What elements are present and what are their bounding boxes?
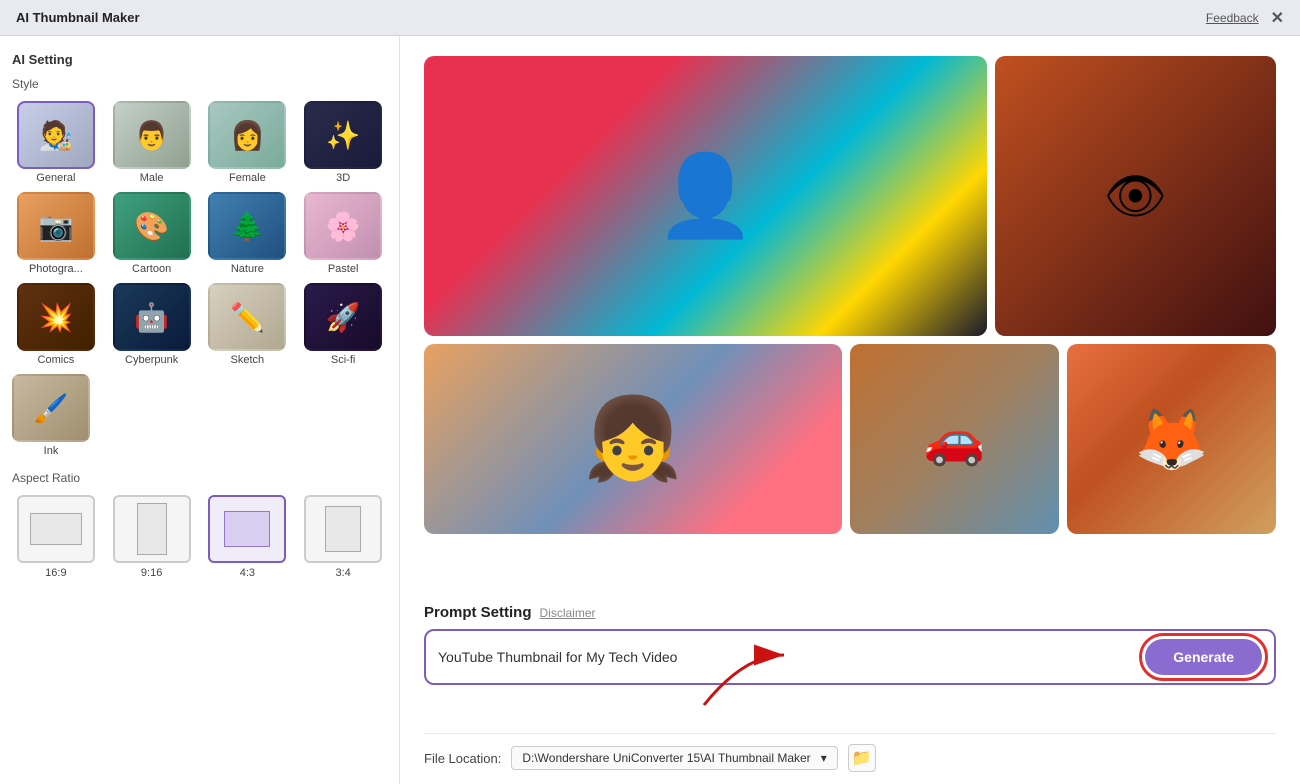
style-name-male: Male xyxy=(140,172,164,184)
style-thumb-photo: 📷 xyxy=(17,192,95,260)
style-item-female[interactable]: 👩 Female xyxy=(204,101,292,184)
aspect-item-16-9[interactable]: 16:9 xyxy=(12,495,100,579)
style-item-male[interactable]: 👨 Male xyxy=(108,101,196,184)
prompt-input[interactable] xyxy=(438,639,1135,675)
titlebar: AI Thumbnail Maker Feedback ✕ xyxy=(0,0,1300,36)
style-item-pastel[interactable]: 🌸 Pastel xyxy=(299,192,387,275)
aspect-thumb-16-9 xyxy=(17,495,95,563)
aspect-name-3-4: 3:4 xyxy=(335,567,350,579)
style-thumb-pastel: 🌸 xyxy=(304,192,382,260)
sidebar: AI Setting Style 🧑‍🎨 General 👨 Male 👩 xyxy=(0,36,400,784)
style-name-pastel: Pastel xyxy=(328,263,359,275)
prompt-header: Prompt Setting Disclaimer xyxy=(424,604,1276,621)
generate-button[interactable]: Generate xyxy=(1145,639,1262,675)
file-path-dropdown[interactable]: D:\Wondershare UniConverter 15\AI Thumbn… xyxy=(511,746,837,770)
close-button[interactable]: ✕ xyxy=(1271,8,1284,28)
style-name-cartoon: Cartoon xyxy=(132,263,171,275)
prompt-input-container: Generate xyxy=(424,629,1276,685)
style-thumb-comics: 💥 xyxy=(17,283,95,351)
preview-row-top xyxy=(424,56,1276,336)
aspect-name-4-3: 4:3 xyxy=(240,567,255,579)
ai-setting-label: AI Setting xyxy=(12,52,387,67)
style-thumb-female: 👩 xyxy=(208,101,286,169)
prompt-section: Prompt Setting Disclaimer Generate xyxy=(424,592,1276,685)
style-thumb-nature: 🌲 xyxy=(208,192,286,260)
aspect-thumb-3-4 xyxy=(304,495,382,563)
style-name-female: Female xyxy=(229,172,266,184)
aspect-name-16-9: 16:9 xyxy=(45,567,66,579)
style-thumb-sketch: ✏️ xyxy=(208,283,286,351)
preview-image-1[interactable] xyxy=(424,56,987,336)
style-name-scifi: Sci-fi xyxy=(331,354,355,366)
style-name-sketch: Sketch xyxy=(231,354,265,366)
style-thumb-male: 👨 xyxy=(113,101,191,169)
style-item-3d[interactable]: ✨ 3D xyxy=(299,101,387,184)
style-item-general[interactable]: 🧑‍🎨 General xyxy=(12,101,100,184)
file-path-text: D:\Wondershare UniConverter 15\AI Thumbn… xyxy=(522,751,810,765)
style-name-photo: Photogra... xyxy=(29,263,83,275)
app-title: AI Thumbnail Maker xyxy=(16,10,140,25)
style-grid: 🧑‍🎨 General 👨 Male 👩 Female ✨ xyxy=(12,101,387,366)
aspect-ratio-label: Aspect Ratio xyxy=(12,471,387,485)
style-item-nature[interactable]: 🌲 Nature xyxy=(204,192,292,275)
preview-image-2[interactable] xyxy=(995,56,1276,336)
preview-row-bottom xyxy=(424,344,1276,534)
style-item-ink[interactable]: 🖌️ Ink xyxy=(12,374,90,457)
style-item-photo[interactable]: 📷 Photogra... xyxy=(12,192,100,275)
preview-grid xyxy=(424,56,1276,592)
style-name-general: General xyxy=(36,172,75,184)
style-thumb-3d: ✨ xyxy=(304,101,382,169)
style-item-cartoon[interactable]: 🎨 Cartoon xyxy=(108,192,196,275)
style-thumb-scifi: 🚀 xyxy=(304,283,382,351)
aspect-thumb-9-16 xyxy=(113,495,191,563)
aspect-item-9-16[interactable]: 9:16 xyxy=(108,495,196,579)
folder-open-button[interactable]: 📁 xyxy=(848,744,876,772)
folder-icon: 📁 xyxy=(852,748,872,768)
preview-image-4[interactable] xyxy=(850,344,1059,534)
aspect-item-3-4[interactable]: 3:4 xyxy=(299,495,387,579)
style-thumb-cyberpunk: 🤖 xyxy=(113,283,191,351)
preview-image-5[interactable] xyxy=(1067,344,1276,534)
titlebar-controls: Feedback ✕ xyxy=(1206,8,1284,28)
main-content: AI Setting Style 🧑‍🎨 General 👨 Male 👩 xyxy=(0,36,1300,784)
style-label: Style xyxy=(12,77,387,91)
style-thumb-general: 🧑‍🎨 xyxy=(17,101,95,169)
prompt-section-title: Prompt Setting xyxy=(424,604,532,621)
style-name-nature: Nature xyxy=(231,263,264,275)
feedback-link[interactable]: Feedback xyxy=(1206,11,1259,25)
prompt-input-row: Generate xyxy=(424,629,1276,685)
aspect-thumb-4-3 xyxy=(208,495,286,563)
style-name-comics: Comics xyxy=(38,354,75,366)
style-item-cyberpunk[interactable]: 🤖 Cyberpunk xyxy=(108,283,196,366)
style-item-comics[interactable]: 💥 Comics xyxy=(12,283,100,366)
style-thumb-cartoon: 🎨 xyxy=(113,192,191,260)
file-location-bar: File Location: D:\Wondershare UniConvert… xyxy=(424,733,1276,784)
aspect-name-9-16: 9:16 xyxy=(141,567,162,579)
style-name-3d: 3D xyxy=(336,172,350,184)
style-item-sketch[interactable]: ✏️ Sketch xyxy=(204,283,292,366)
dropdown-arrow-icon: ▾ xyxy=(821,751,827,765)
file-location-label: File Location: xyxy=(424,751,501,766)
aspect-item-4-3[interactable]: 4:3 xyxy=(204,495,292,579)
style-name-cyberpunk: Cyberpunk xyxy=(125,354,178,366)
style-name-ink: Ink xyxy=(44,445,59,457)
style-item-scifi[interactable]: 🚀 Sci-fi xyxy=(299,283,387,366)
aspect-ratio-grid: 16:9 9:16 4:3 3:4 xyxy=(12,495,387,579)
disclaimer-link[interactable]: Disclaimer xyxy=(540,606,596,620)
preview-image-3[interactable] xyxy=(424,344,842,534)
style-thumb-ink: 🖌️ xyxy=(12,374,90,442)
right-panel: Prompt Setting Disclaimer Generate xyxy=(400,36,1300,784)
